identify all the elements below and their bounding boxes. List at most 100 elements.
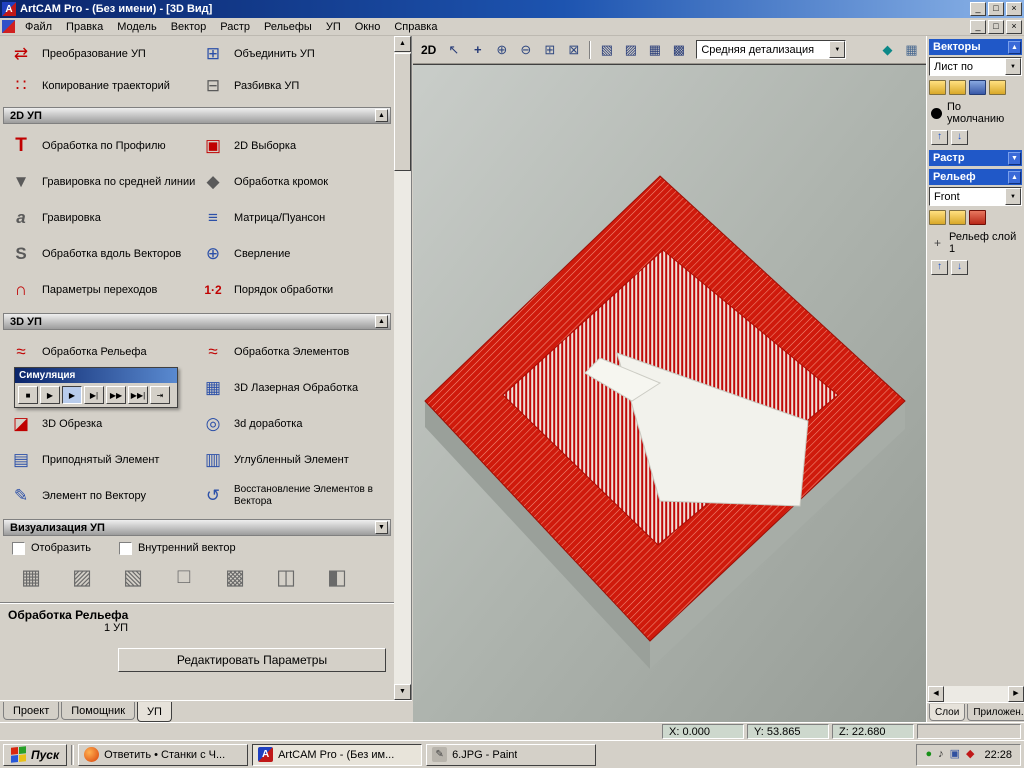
child-minimize-button[interactable]: _ — [970, 19, 986, 34]
relief-layer-item[interactable]: + Рельеф слой 1 — [927, 228, 1024, 258]
raised-feature-item[interactable]: ▤ Приподнятый Элемент — [6, 442, 198, 478]
vectors-collapse-icon[interactable]: ▲ — [1008, 40, 1021, 54]
child-close-button[interactable]: × — [1006, 19, 1022, 34]
volume-icon[interactable]: ♪ — [938, 749, 944, 760]
menu-toolpaths[interactable]: УП — [319, 19, 348, 35]
vector-sheet-arrow-icon[interactable]: ▼ — [1005, 58, 1021, 75]
menu-window[interactable]: Окно — [348, 19, 388, 35]
relief-combine-icon[interactable]: + — [931, 236, 944, 250]
antivirus-icon[interactable]: ● — [925, 749, 932, 760]
simulate-block-icon[interactable]: ▦ — [14, 563, 48, 591]
scroll-left-icon[interactable]: ◀ — [928, 686, 944, 702]
area-clearance-item[interactable]: ▣ 2D Выборка — [198, 128, 394, 164]
task-browser[interactable]: Ответить • Станки с Ч... — [78, 743, 249, 766]
save-layer-icon[interactable] — [969, 80, 986, 95]
edit-parameters-button[interactable]: Редактировать Параметры — [118, 648, 386, 672]
copy-toolpath-item[interactable]: ∷ Копирование траекторий — [6, 70, 198, 102]
machine-along-vectors-item[interactable]: S Обработка вдоль Векторов — [6, 236, 198, 272]
merge-layer-icon[interactable] — [989, 80, 1006, 95]
relief-options-icon[interactable] — [969, 210, 986, 225]
transform-toolpath-item[interactable]: ⇄ Преобразование УП — [6, 38, 198, 70]
network-icon[interactable]: ▣ — [950, 749, 960, 760]
combo-arrow-icon[interactable]: ▼ — [829, 41, 846, 58]
engraving-item[interactable]: a Гравировка — [6, 200, 198, 236]
delete-simulation-icon[interactable]: □ — [167, 563, 201, 591]
relief-layer-up-icon[interactable]: ↑ — [931, 260, 948, 275]
close-button[interactable]: × — [1006, 2, 1022, 16]
machining-order-item[interactable]: 1·2 Порядок обработки — [198, 272, 394, 308]
new-layer-icon[interactable] — [929, 80, 946, 95]
export-simulation-icon[interactable]: ◧ — [320, 563, 354, 591]
document-icon[interactable] — [2, 20, 15, 33]
menu-edit[interactable]: Правка — [59, 19, 110, 35]
sim-fast-forward-button[interactable]: ▶▶ — [106, 386, 126, 404]
centerline-engraving-item[interactable]: ▼ Гравировка по средней линии — [6, 164, 198, 200]
vector-sheet-combo[interactable]: Лист по ▼ — [929, 57, 1022, 76]
tab-toolpaths[interactable]: УП — [137, 702, 172, 722]
sim-skip-button[interactable]: ▶▶| — [128, 386, 148, 404]
tab-layers[interactable]: Слои — [929, 704, 966, 721]
child-restore-button[interactable]: □ — [988, 19, 1004, 34]
shaded-view-icon[interactable]: ◆ — [877, 39, 898, 60]
recessed-feature-item[interactable]: ▥ Углубленный Элемент — [198, 442, 394, 478]
sim-play-button[interactable]: ▶ — [62, 386, 82, 404]
tab-project[interactable]: Проект — [3, 702, 60, 720]
task-paint[interactable]: ✎ 6.JPG - Paint — [426, 743, 597, 766]
feature-by-vector-item[interactable]: ✎ Элемент по Вектору — [6, 478, 198, 514]
iso-view-3-icon[interactable]: ▦ — [644, 39, 665, 60]
scroll-up-icon[interactable]: ▲ — [394, 36, 411, 52]
relief-machining-item[interactable]: ≈ Обработка Рельефа — [6, 334, 198, 370]
drilling-item[interactable]: ⊕ Сверление — [198, 236, 394, 272]
menu-raster[interactable]: Растр — [213, 19, 257, 35]
edge-machining-item[interactable]: ◆ Обработка кромок — [198, 164, 394, 200]
3d-rework-item[interactable]: ◎ 3d доработка — [198, 406, 394, 442]
vector-layer-down-icon[interactable]: ↓ — [951, 130, 968, 145]
link-moves-item[interactable]: ∩ Параметры переходов — [6, 272, 198, 308]
draft-grid-icon[interactable]: ▦ — [901, 39, 922, 60]
vector-layer-up-icon[interactable]: ↑ — [931, 130, 948, 145]
simulation-toolbar-title[interactable]: Симуляция — [15, 368, 177, 383]
relief-collapse-icon[interactable]: ▲ — [1008, 170, 1021, 184]
start-button[interactable]: Пуск — [3, 743, 68, 766]
3d-canvas[interactable] — [413, 64, 926, 723]
iso-view-1-icon[interactable]: ▧ — [596, 39, 617, 60]
2d-view-button[interactable]: 2D — [417, 41, 440, 59]
menu-reliefs[interactable]: Рельефы — [257, 19, 319, 35]
collapse-3d-button[interactable]: ▲ — [375, 315, 388, 328]
raster-collapse-icon[interactable]: ▼ — [1008, 151, 1021, 165]
sim-play-pause-button[interactable]: ▶ — [40, 386, 60, 404]
vector-layer-item[interactable]: По умолчанию — [927, 98, 1024, 128]
iso-view-4-icon[interactable]: ▩ — [668, 39, 689, 60]
iso-view-2-icon[interactable]: ▨ — [620, 39, 641, 60]
open-relief-layer-icon[interactable] — [949, 210, 966, 225]
split-toolpath-item[interactable]: ⊟ Разбивка УП — [198, 70, 394, 102]
pan-view-icon[interactable]: + — [467, 39, 488, 60]
restore-button[interactable]: □ — [988, 2, 1004, 16]
zoom-in-icon[interactable]: ⊕ — [491, 39, 512, 60]
panel-scrollbar[interactable]: ▲ ▼ — [394, 36, 411, 700]
simulate-fast-icon[interactable]: ▧ — [116, 563, 150, 591]
matrix-punch-item[interactable]: ≡ Матрица/Пуансон — [198, 200, 394, 236]
menu-help[interactable]: Справка — [387, 19, 444, 35]
menu-model[interactable]: Модель — [110, 19, 163, 35]
laser-machining-item[interactable]: ▦ 3D Лазерная Обработка — [198, 370, 394, 406]
menu-vector[interactable]: Вектор — [164, 19, 214, 35]
minimize-button[interactable]: _ — [970, 2, 986, 16]
save-simulation-icon[interactable]: ◫ — [269, 563, 303, 591]
tab-applications[interactable]: Приложен. — [967, 704, 1024, 721]
new-relief-layer-icon[interactable] — [929, 210, 946, 225]
scroll-down-icon[interactable]: ▼ — [394, 684, 411, 700]
relief-side-arrow-icon[interactable]: ▼ — [1005, 188, 1021, 205]
collapse-2d-button[interactable]: ▲ — [375, 109, 388, 122]
merge-toolpath-item[interactable]: ⊞ Объединить УП — [198, 38, 394, 70]
sim-stop-button[interactable]: ■ — [18, 386, 38, 404]
profile-machining-item[interactable]: T Обработка по Профилю — [6, 128, 198, 164]
open-layer-icon[interactable] — [949, 80, 966, 95]
task-artcam[interactable]: A ArtCAM Pro - (Без им... — [252, 743, 423, 766]
sim-to-end-button[interactable]: ⇥ — [150, 386, 170, 404]
update-icon[interactable]: ◆ — [966, 749, 974, 760]
zoom-extents-icon[interactable]: ⊠ — [563, 39, 584, 60]
right-panel-scrollbar[interactable]: ◀ ▶ — [928, 686, 1024, 702]
sim-step-button[interactable]: ▶| — [84, 386, 104, 404]
collapse-visualization-button[interactable]: ▼ — [375, 521, 388, 534]
